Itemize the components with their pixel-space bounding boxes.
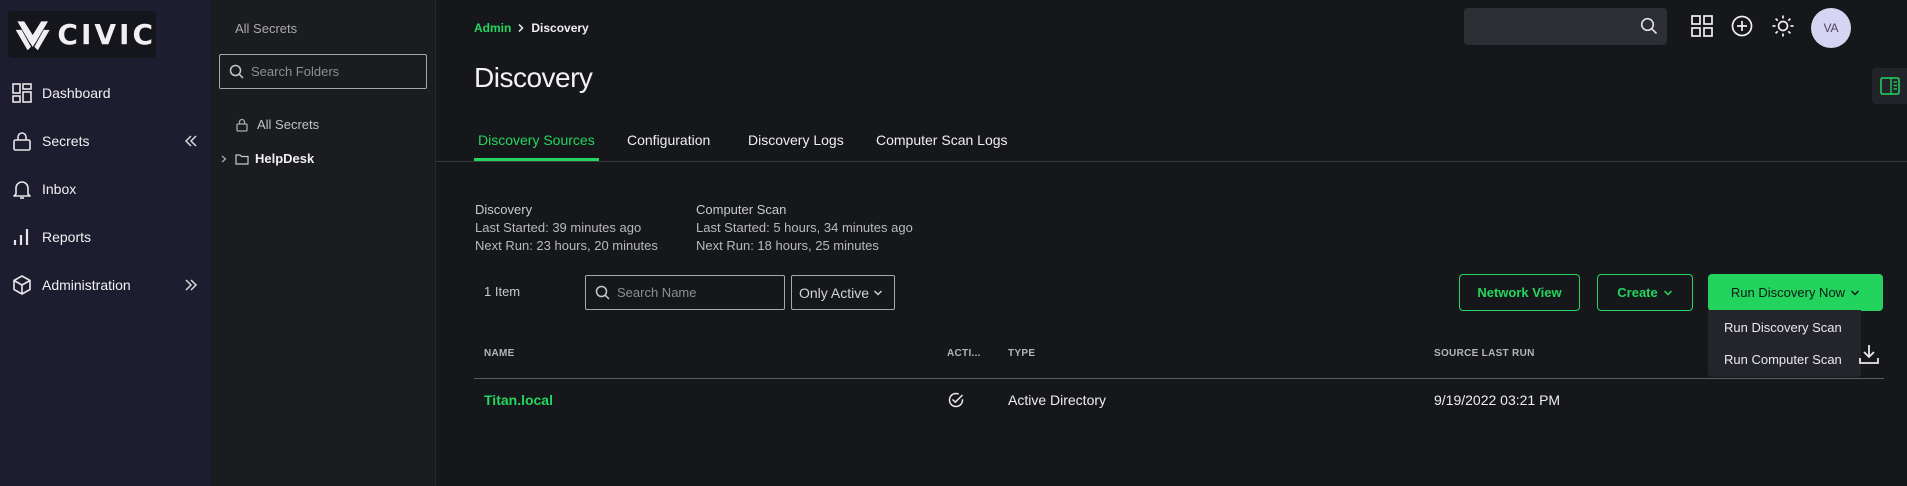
folder-icon — [235, 153, 249, 165]
status-filter-select[interactable]: Only Active — [791, 275, 895, 310]
run-discovery-now-button[interactable]: Run Discovery Now — [1708, 274, 1883, 311]
nav-item-label: Dashboard — [42, 85, 111, 101]
active-check-icon — [948, 392, 964, 408]
search-icon[interactable] — [1640, 17, 1658, 35]
computer-scan-status-title: Computer Scan — [696, 202, 787, 217]
global-search-box[interactable] — [1464, 8, 1667, 45]
folder-panel-title: All Secrets — [235, 21, 298, 36]
folder-search-input[interactable] — [251, 64, 421, 79]
discovery-status-title: Discovery — [475, 202, 533, 217]
cube-icon — [13, 275, 31, 295]
sun-theme-icon[interactable] — [1771, 14, 1795, 38]
chevron-right-icon — [518, 23, 524, 33]
bar-chart-icon — [13, 229, 29, 245]
left-sidebar: CIVIC Dashboard Secrets Inbox Reports Ad… — [0, 0, 211, 486]
create-button[interactable]: Create — [1597, 274, 1693, 311]
network-view-label: Network View — [1477, 285, 1562, 300]
status-filter-value: Only Active — [799, 284, 870, 301]
nav-item-secrets[interactable]: Secrets — [0, 121, 211, 161]
chevron-down-icon — [874, 290, 883, 295]
expand-double-chevron-right-icon[interactable] — [183, 277, 199, 293]
tab-discovery-logs[interactable]: Discovery Logs — [748, 132, 844, 161]
folder-item-all-secrets[interactable]: All Secrets — [235, 117, 319, 132]
chevron-down-icon — [1663, 289, 1672, 296]
user-avatar[interactable]: VA — [1811, 8, 1851, 48]
create-label: Create — [1617, 285, 1658, 300]
lock-icon — [13, 132, 31, 151]
source-name-link[interactable]: Titan.local — [484, 392, 553, 408]
search-icon — [595, 285, 610, 300]
source-type: Active Directory — [1008, 392, 1107, 408]
network-view-button[interactable]: Network View — [1459, 274, 1580, 311]
folder-item-helpdesk[interactable]: HelpDesk — [219, 151, 314, 166]
computer-scan-last-started: Last Started: 5 hours, 34 minutes ago — [696, 220, 913, 235]
column-header-type[interactable]: TYPE — [1008, 348, 1035, 359]
collapse-double-chevron-left-icon[interactable] — [183, 133, 199, 149]
search-icon — [229, 64, 244, 79]
download-icon[interactable] — [1857, 342, 1881, 366]
table-header: NAME ACTI... TYPE SOURCE LAST RUN — [474, 344, 1884, 379]
folder-item-label: All Secrets — [257, 117, 320, 132]
table-row[interactable]: Titan.local Active Directory 9/19/2022 0… — [474, 380, 1884, 420]
name-search-box[interactable] — [585, 275, 785, 310]
column-header-active[interactable]: ACTI... — [947, 348, 981, 359]
global-search-input[interactable] — [1474, 16, 1634, 36]
tab-configuration[interactable]: Configuration — [627, 132, 710, 161]
nav-item-reports[interactable]: Reports — [0, 217, 211, 257]
civic-logo[interactable]: CIVIC — [8, 11, 156, 58]
main-content: Admin Discovery Discovery Discovery Sour… — [436, 0, 1907, 486]
folder-search-box[interactable] — [219, 54, 427, 89]
side-panel-toggle[interactable] — [1872, 68, 1907, 104]
menu-item-run-discovery-scan[interactable]: Run Discovery Scan — [1724, 320, 1842, 335]
nav-item-dashboard[interactable]: Dashboard — [0, 73, 211, 113]
computer-scan-status: Computer Scan Last Started: 5 hours, 34 … — [696, 201, 913, 255]
run-discovery-now-label: Run Discovery Now — [1730, 285, 1846, 300]
nav-item-label: Administration — [42, 277, 131, 293]
brand-name: CIVIC — [57, 18, 156, 51]
side-panel-icon — [1879, 77, 1900, 95]
discovery-next-run: Next Run: 23 hours, 20 minutes — [475, 238, 658, 253]
apps-grid-icon[interactable] — [1690, 14, 1714, 38]
breadcrumb-current: Discovery — [531, 21, 589, 35]
nav-item-label: Secrets — [42, 133, 90, 149]
folder-panel: All Secrets All Secrets HelpDesk — [211, 0, 436, 486]
nav-item-administration[interactable]: Administration — [0, 265, 211, 305]
chevron-down-icon — [1851, 289, 1860, 296]
name-search-input[interactable] — [617, 285, 777, 300]
item-count: 1 Item — [484, 284, 521, 299]
tab-computer-scan-logs[interactable]: Computer Scan Logs — [876, 132, 1008, 161]
civic-emblem-icon — [15, 20, 50, 50]
nav-item-label: Inbox — [42, 181, 77, 197]
source-last-run: 9/19/2022 03:21 PM — [1434, 392, 1561, 408]
nav-item-label: Reports — [42, 229, 92, 245]
lock-icon — [236, 118, 248, 132]
computer-scan-next-run: Next Run: 18 hours, 25 minutes — [696, 238, 879, 253]
dashboard-icon — [12, 83, 32, 103]
folder-item-label: HelpDesk — [255, 151, 315, 166]
tab-bar: Discovery Sources Configuration Discover… — [436, 128, 1907, 162]
column-header-source-last-run[interactable]: SOURCE LAST RUN — [1434, 348, 1535, 359]
column-header-name[interactable]: NAME — [484, 348, 515, 359]
breadcrumb: Admin Discovery — [474, 21, 589, 35]
bell-icon — [13, 181, 31, 199]
discovery-last-started: Last Started: 39 minutes ago — [475, 220, 642, 235]
tab-discovery-sources[interactable]: Discovery Sources — [474, 132, 599, 161]
discovery-status: Discovery Last Started: 39 minutes ago N… — [475, 201, 658, 255]
chevron-right-icon[interactable] — [219, 154, 229, 164]
nav-item-inbox[interactable]: Inbox — [0, 169, 211, 209]
add-circle-icon[interactable] — [1730, 14, 1754, 38]
page-title: Discovery — [474, 62, 593, 93]
breadcrumb-admin-link[interactable]: Admin — [474, 21, 511, 35]
